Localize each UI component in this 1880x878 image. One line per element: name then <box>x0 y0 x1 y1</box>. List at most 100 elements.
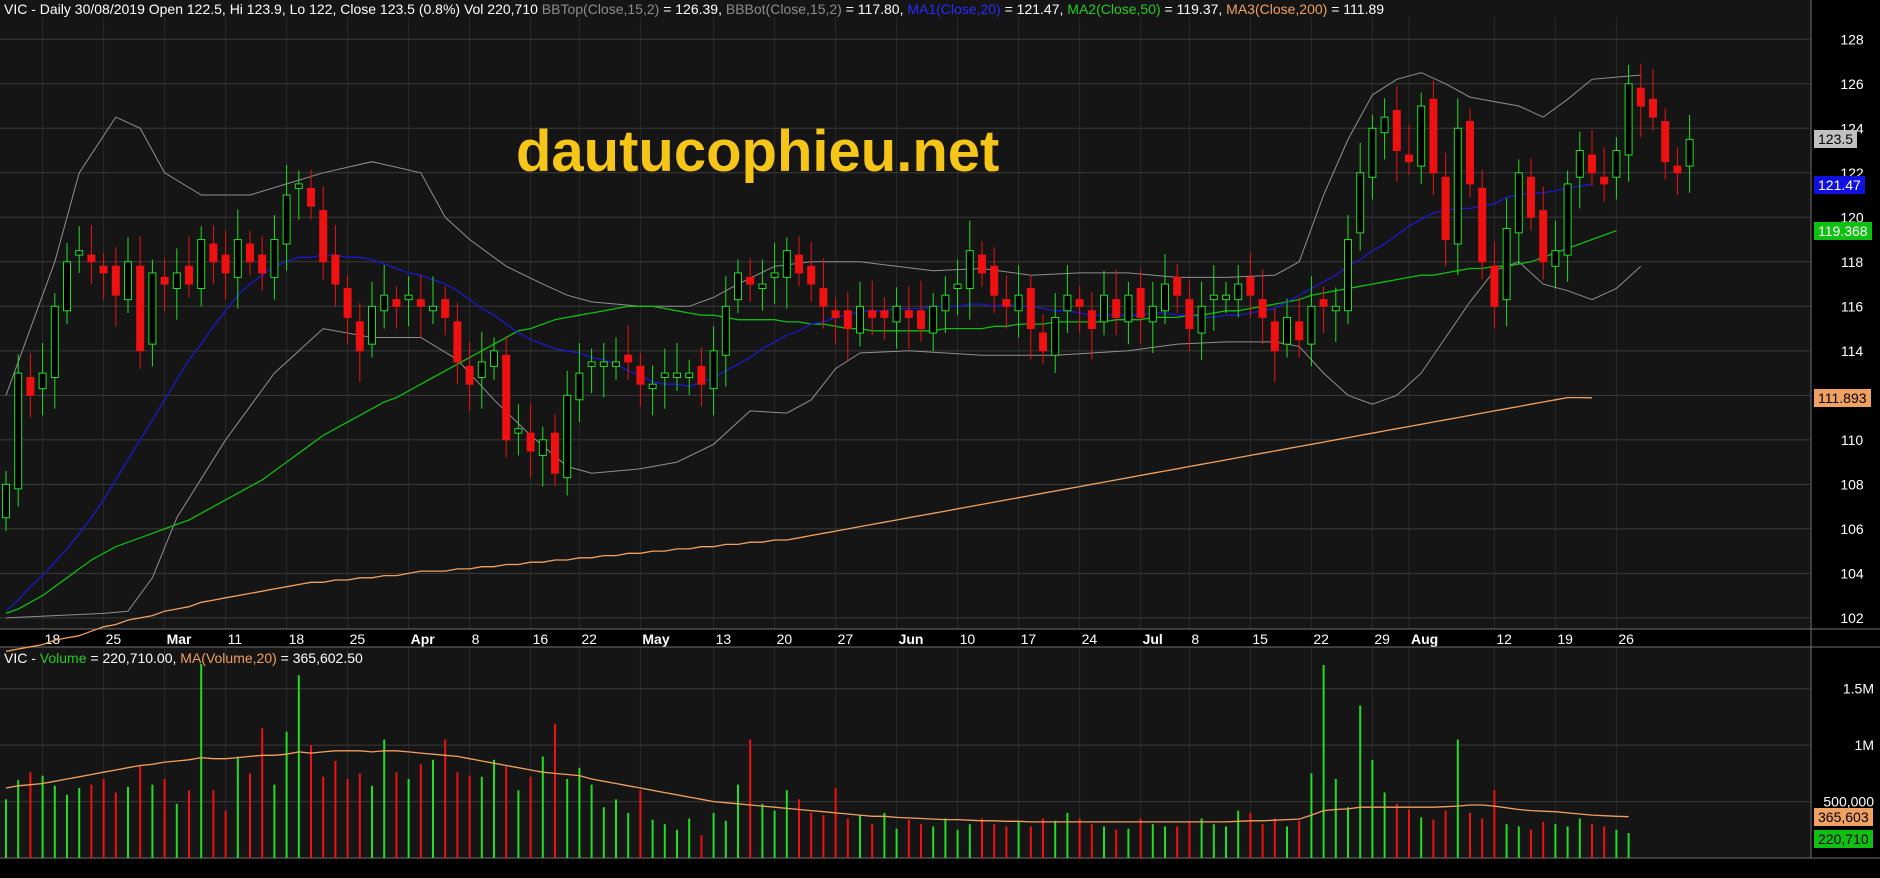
candle-body <box>929 305 938 334</box>
candle-body <box>904 310 913 318</box>
candle-body <box>758 283 767 290</box>
y-tick-label: 108 <box>1840 476 1864 492</box>
candle-body <box>160 276 169 285</box>
candle-body <box>1295 321 1304 341</box>
candle-body <box>1002 299 1011 307</box>
candle-body <box>1063 294 1072 312</box>
close-price-tag: 123.5 <box>1814 130 1858 149</box>
candle-body <box>307 187 315 207</box>
candle-body <box>1319 299 1328 307</box>
candle-body <box>404 294 413 301</box>
header-segment: MA1(Close,20) <box>907 1 1001 17</box>
stock-chart-window: { "header": { "price_line": [ {"text": "… <box>0 0 1880 878</box>
candle-body <box>416 299 425 307</box>
candle-body <box>2 483 10 519</box>
candle-body <box>465 365 474 385</box>
ma3-price-tag: 111.893 <box>1814 388 1871 407</box>
x-tick-label: 18 <box>289 631 305 647</box>
candle-body <box>294 183 303 189</box>
x-tick-label: Aug <box>1411 631 1438 647</box>
candle-body <box>1112 299 1121 318</box>
y-tick-label: 110 <box>1841 432 1864 448</box>
candle-body <box>575 372 584 401</box>
candle-body <box>746 276 755 285</box>
candle-body <box>319 210 328 263</box>
candle-body <box>1417 105 1426 167</box>
candle-body <box>148 272 157 345</box>
candle-body <box>185 265 193 285</box>
candle-body <box>856 305 864 334</box>
candle-body <box>38 372 47 390</box>
candle-body <box>514 428 523 434</box>
candle-body <box>1551 250 1560 267</box>
x-tick-label: 8 <box>472 631 480 647</box>
candle-body <box>831 310 840 318</box>
x-tick-label: 26 <box>1618 631 1634 647</box>
candle-body <box>1466 121 1474 185</box>
candle-body <box>1649 98 1657 118</box>
candle-body <box>1527 176 1535 218</box>
candle-body <box>1258 299 1267 318</box>
header-segment: MA3(Close,200) <box>1226 1 1328 17</box>
candle-body <box>1136 288 1145 318</box>
candle-body <box>1222 294 1230 301</box>
candle-body <box>624 354 633 363</box>
candle-body <box>953 283 962 290</box>
candle-body <box>526 432 535 452</box>
x-tick-label: Mar <box>167 631 192 647</box>
y-tick-label: 114 <box>1841 343 1864 359</box>
x-tick-label: 8 <box>1191 631 1199 647</box>
candle-body <box>1039 332 1047 352</box>
x-tick-label: 12 <box>1496 631 1512 647</box>
candle-body <box>477 361 486 379</box>
candle-body <box>1173 276 1182 296</box>
candle-body <box>1673 165 1682 174</box>
candle-body <box>770 272 779 278</box>
candle-body <box>429 305 437 312</box>
candle-body <box>1368 127 1377 178</box>
header-segment: = 117.80, <box>841 1 908 17</box>
candle-body <box>612 361 620 367</box>
candle-body <box>685 372 694 379</box>
x-tick-label: Apr <box>411 631 436 647</box>
x-tick-label: 22 <box>581 631 597 647</box>
candle-body <box>75 250 84 256</box>
candle-body <box>392 299 401 307</box>
x-tick-label: 24 <box>1082 631 1098 647</box>
candle-body <box>490 350 498 367</box>
candle-body <box>782 250 791 278</box>
candle-body <box>1185 299 1194 330</box>
candle-body <box>111 265 120 296</box>
candle-body <box>1380 116 1389 134</box>
candle-body <box>1661 121 1670 163</box>
price-header: VIC - Daily 30/08/2019 Open 122.5, Hi 12… <box>4 1 1384 17</box>
candle-body <box>1441 176 1450 241</box>
x-tick-label: 15 <box>1252 631 1268 647</box>
candle-body <box>551 432 559 474</box>
header-segment: BBBot(Close,15,2) <box>725 1 842 17</box>
x-tick-label: May <box>642 631 669 647</box>
y-tick-label: 106 <box>1840 521 1864 537</box>
candle-body <box>1514 172 1523 234</box>
header-segment: = 220,710.00, <box>86 650 181 666</box>
volume-header: VIC - Volume = 220,710.00, MA(Volume,20)… <box>4 650 363 666</box>
candle-body <box>343 288 352 318</box>
header-segment: = 126.39, <box>659 1 726 17</box>
candle-body <box>14 372 23 490</box>
candle-body <box>124 261 132 301</box>
candle-body <box>1356 172 1365 234</box>
candle-body <box>368 305 376 345</box>
candle-body <box>917 310 925 330</box>
volume-y-tick-label: 1.5M <box>1843 681 1874 697</box>
candle-body <box>563 394 572 479</box>
candle-body <box>99 265 108 274</box>
header-segment: = 121.47, <box>1000 1 1068 17</box>
candle-body <box>1307 305 1316 345</box>
candle-body <box>1014 294 1023 312</box>
candle-body <box>1624 83 1633 156</box>
candle-body <box>209 243 218 263</box>
candle-body <box>1197 305 1206 334</box>
x-tick-label: 22 <box>1313 631 1329 647</box>
x-tick-label: 13 <box>716 631 732 647</box>
header-segment: BBTop(Close,15,2) <box>541 1 660 17</box>
